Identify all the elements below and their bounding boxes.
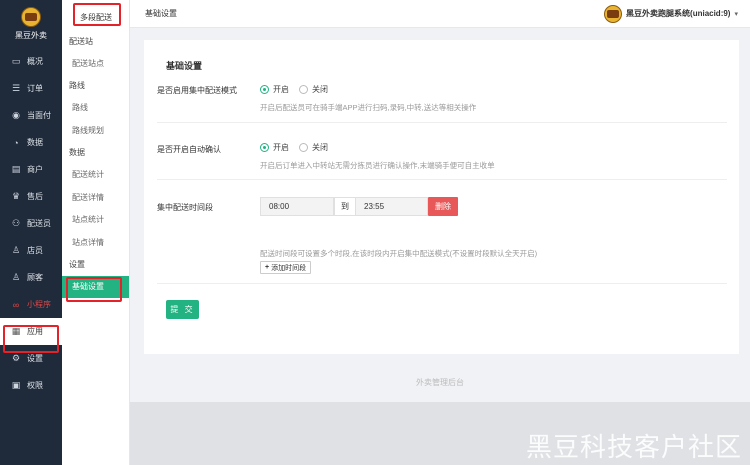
- nav-item-orders[interactable]: ☰ 订单: [0, 75, 62, 102]
- nav-item-label: 权限: [27, 381, 43, 390]
- main-sidebar: 黑豆外卖 ▭ 概况 ☰ 订单 ◉ 当面付 ◔ 数据 ▤ 商户 ♛ 售后 ⚇ 配送…: [0, 0, 62, 465]
- submenu-link-delivery-details[interactable]: 配送详情: [62, 186, 129, 209]
- radio-checked-icon: [260, 143, 269, 152]
- lock-icon: ▣: [11, 380, 21, 390]
- nav-item-label: 顾客: [27, 273, 43, 282]
- auto-confirm-radio-group: 开启 关闭: [260, 142, 338, 153]
- submenu-link-station-details[interactable]: 站点详情: [62, 231, 129, 254]
- plus-icon: +: [265, 264, 270, 271]
- nav-item-label: 应用: [27, 327, 43, 336]
- nav-item-after-sales[interactable]: ♛ 售后: [0, 183, 62, 210]
- radio-unchecked-icon: [299, 85, 308, 94]
- auto-confirm-help: 开启后订单进入中转站无需分拣员进行确认操作,末端骑手便可自主收单: [260, 161, 495, 170]
- radio-unchecked-icon: [299, 143, 308, 152]
- time-range-separator: 到: [334, 197, 356, 216]
- nav-item-label: 小程序: [27, 300, 51, 309]
- user-menu[interactable]: 黑豆外卖跑腿系统(uniacid:9) ▾: [604, 4, 738, 23]
- gear-icon: ⚙: [11, 353, 21, 363]
- nav-item-overview[interactable]: ▭ 概况: [0, 48, 62, 75]
- start-time-input[interactable]: 08:00: [260, 197, 334, 216]
- submenu-link-delivery-stats[interactable]: 配送统计: [62, 164, 129, 187]
- nav-item-label: 订单: [27, 84, 43, 93]
- brand-name: 黑豆外卖: [15, 31, 47, 40]
- monitor-icon: ▭: [11, 56, 21, 66]
- footer-text: 外卖管理后台: [416, 377, 464, 387]
- nav-item-label: 设置: [27, 354, 43, 363]
- radio-label: 开启: [273, 85, 289, 94]
- nav-item-label: 数据: [27, 138, 43, 147]
- radio-checked-icon: [260, 85, 269, 94]
- delete-time-range-button[interactable]: 删除: [428, 197, 458, 216]
- nav-item-label: 商户: [27, 165, 43, 174]
- add-time-range-button[interactable]: + 添加时间段: [260, 261, 312, 274]
- secondary-menu: 多段配送 配送站 配送站点 路线 路线 路线规划 数据 配送统计 配送详情 站点…: [62, 0, 130, 465]
- time-range-help: 配送时间段可设置多个时段,在该时段内开启集中配送模式(不设置时段默认全天开启): [260, 249, 538, 258]
- radio-label: 开启: [273, 143, 289, 152]
- auto-confirm-on-option[interactable]: 开启: [260, 142, 289, 153]
- apps-grid-icon: ▦: [11, 326, 21, 336]
- auto-confirm-label: 是否开启自动确认: [157, 145, 221, 154]
- settings-card: 基础设置 是否启用集中配送模式 开启 关闭 开启后配送员可在骑手端APP进行扫码…: [144, 40, 739, 354]
- customer-icon: ♙: [11, 272, 21, 282]
- chevron-down-icon: ▾: [734, 10, 738, 18]
- avatar: [604, 4, 623, 23]
- nav-item-apps[interactable]: ▦ 应用: [0, 318, 62, 345]
- store-icon: ▤: [11, 164, 21, 174]
- submit-button[interactable]: 提 交: [166, 300, 199, 319]
- submenu-group-settings: 设置: [69, 260, 85, 269]
- submenu-link-station-stats[interactable]: 站点统计: [62, 209, 129, 232]
- submenu-link-basic-settings[interactable]: 基础设置: [62, 275, 129, 298]
- centralized-mode-radio-group: 开启 关闭: [260, 84, 338, 95]
- submenu-group-station: 配送站: [69, 36, 93, 46]
- submenu-link-route-planning[interactable]: 路线规划: [62, 119, 129, 142]
- end-time-input[interactable]: 23:55: [355, 197, 428, 216]
- divider: [157, 283, 727, 284]
- divider: [157, 122, 727, 123]
- auto-confirm-off-option[interactable]: 关闭: [299, 142, 328, 153]
- divider: [157, 179, 727, 180]
- nav-item-couriers[interactable]: ⚇ 配送员: [0, 210, 62, 237]
- nav-item-merchants[interactable]: ▤ 商户: [0, 156, 62, 183]
- nav-item-data[interactable]: ◔ 数据: [0, 129, 62, 156]
- nav-item-label: 配送员: [27, 219, 51, 228]
- top-bar: 基础设置 黑豆外卖跑腿系统(uniacid:9) ▾: [130, 0, 750, 28]
- centralized-on-option[interactable]: 开启: [260, 84, 289, 95]
- centralized-mode-help: 开启后配送员可在骑手端APP进行扫码,录码,中转,送达等相关操作: [260, 103, 477, 112]
- nav-item-label: 概况: [27, 57, 43, 66]
- user-name: 黑豆外卖跑腿系统(uniacid:9): [626, 9, 731, 18]
- courier-icon: ⚇: [11, 218, 21, 228]
- add-time-range-label: 添加时间段: [271, 264, 307, 272]
- nav-item-clerks[interactable]: ♙ 店员: [0, 237, 62, 264]
- nav-item-settings[interactable]: ⚙ 设置: [0, 345, 62, 372]
- time-range-label: 集中配送时间段: [157, 203, 213, 212]
- mini-program-icon: ∞: [12, 299, 20, 310]
- submenu-group-route: 路线: [69, 81, 85, 90]
- watermark: 黑豆科技客户社区: [525, 433, 742, 463]
- centralized-off-option[interactable]: 关闭: [299, 84, 328, 95]
- radio-label: 关闭: [312, 143, 328, 152]
- submenu-title[interactable]: 多段配送: [62, 4, 129, 30]
- nav-item-face-pay[interactable]: ◉ 当面付: [0, 102, 62, 129]
- pay-icon: ◉: [12, 110, 20, 120]
- order-list-icon: ☰: [11, 83, 21, 93]
- chart-icon: ◔: [13, 137, 19, 148]
- radio-label: 关闭: [312, 85, 328, 94]
- service-icon: ♛: [11, 191, 21, 201]
- clerk-icon: ♙: [11, 245, 21, 255]
- nav-item-mini-program[interactable]: ∞ 小程序: [0, 291, 62, 318]
- brand: 黑豆外卖: [0, 0, 62, 48]
- submenu-link-route[interactable]: 路线: [62, 97, 129, 120]
- brand-logo: [21, 7, 41, 27]
- centralized-mode-label: 是否启用集中配送模式: [157, 86, 237, 95]
- nav-item-customers[interactable]: ♙ 顾客: [0, 264, 62, 291]
- nav-item-label: 当面付: [27, 111, 51, 120]
- submenu-link-station-points[interactable]: 配送站点: [62, 52, 129, 75]
- nav-item-permissions[interactable]: ▣ 权限: [0, 372, 62, 399]
- section-title: 基础设置: [166, 61, 203, 71]
- nav-item-label: 店员: [27, 246, 43, 255]
- nav-item-label: 售后: [27, 192, 43, 201]
- submenu-group-data: 数据: [69, 148, 85, 157]
- page-title: 基础设置: [145, 9, 177, 18]
